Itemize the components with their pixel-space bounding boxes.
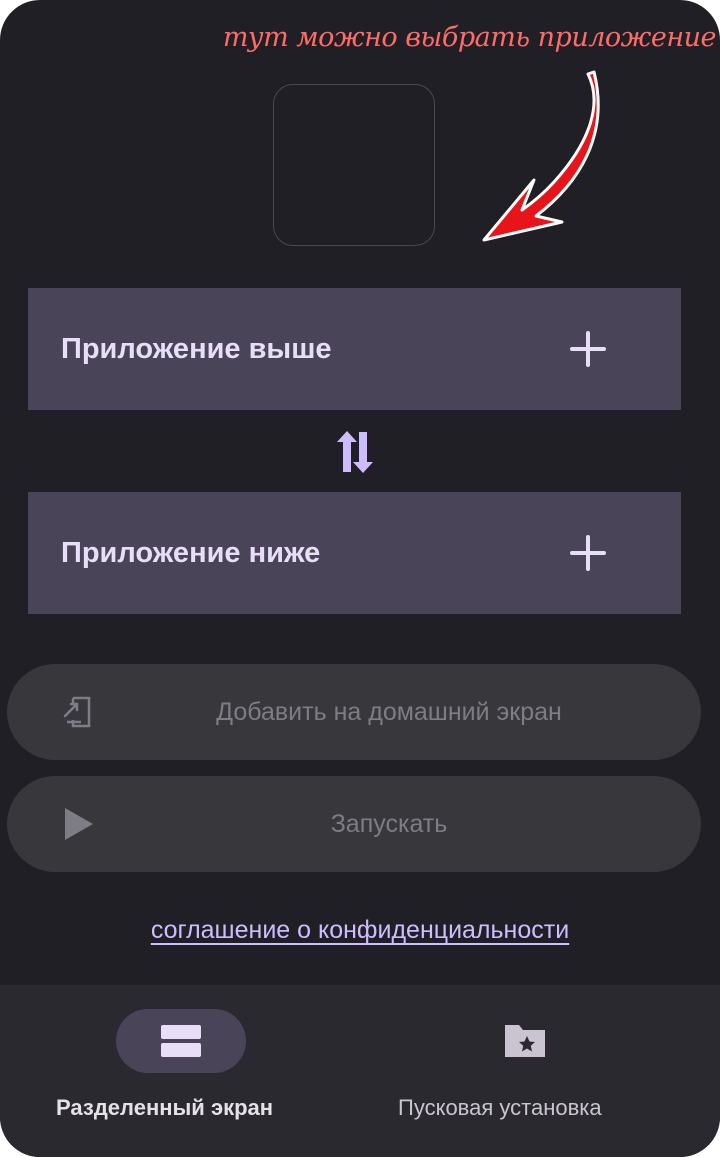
launch-button[interactable]: Запускать bbox=[7, 776, 701, 872]
plus-icon[interactable] bbox=[568, 533, 608, 573]
add-to-home-button[interactable]: Добавить на домашний экран bbox=[7, 664, 701, 760]
split-screen-icon bbox=[161, 1025, 201, 1057]
folder-star-icon bbox=[505, 1025, 545, 1057]
nav-item-launcher[interactable]: Пусковая установка bbox=[345, 985, 705, 1157]
privacy-policy-link[interactable]: соглашение о конфиденциальности bbox=[0, 916, 720, 945]
upper-app-slot[interactable]: Приложение выше bbox=[28, 288, 681, 410]
annotation-text: тут можно выбрать приложение bbox=[222, 22, 717, 53]
lower-app-slot[interactable]: Приложение ниже bbox=[28, 492, 681, 614]
lower-app-label: Приложение ниже bbox=[61, 536, 321, 569]
nav-item-split-screen[interactable]: Разделенный экран bbox=[0, 985, 360, 1157]
nav-label-split-screen: Разделенный экран bbox=[56, 1095, 274, 1120]
bottom-navigation: Разделенный экран Пусковая установка bbox=[0, 985, 720, 1157]
app-picker-slot[interactable] bbox=[273, 84, 435, 246]
nav-label-launcher: Пусковая установка bbox=[398, 1095, 602, 1120]
add-to-home-label: Добавить на домашний экран bbox=[216, 698, 562, 726]
annotation-arrow-icon bbox=[482, 70, 600, 242]
launch-label: Запускать bbox=[330, 810, 448, 838]
upper-app-label: Приложение выше bbox=[61, 332, 332, 365]
app-screen: тут можно выбрать приложение Приложение … bbox=[0, 0, 720, 1157]
plus-icon[interactable] bbox=[568, 329, 608, 369]
swap-vertical-icon[interactable] bbox=[331, 428, 379, 476]
